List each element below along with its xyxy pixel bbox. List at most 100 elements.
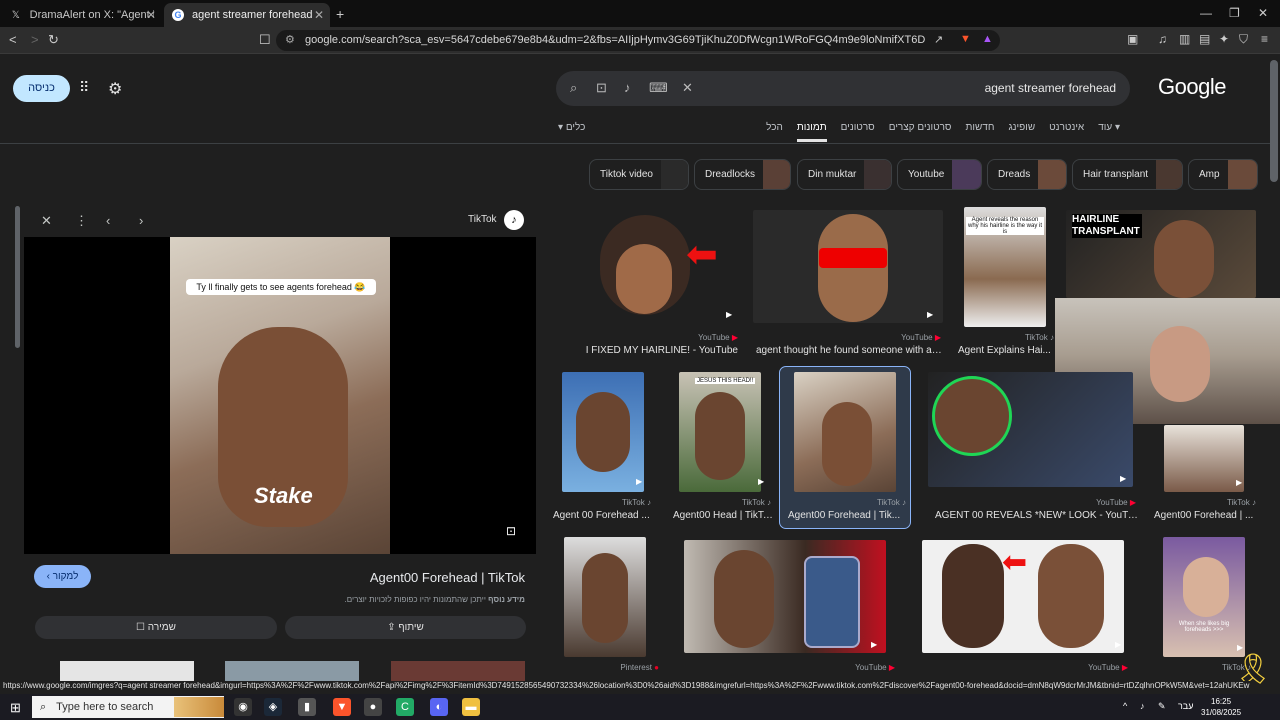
app-icon[interactable]: C <box>396 698 414 716</box>
forward-icon[interactable]: > <box>31 32 39 47</box>
microphone-icon[interactable]: ♪ <box>624 80 631 95</box>
google-logo[interactable]: Google <box>1158 74 1226 100</box>
result-item[interactable]: Pinterest ● <box>558 537 663 677</box>
back-icon[interactable]: < <box>9 32 17 47</box>
preview-title[interactable]: Agent00 Forehead | TikTok <box>370 570 525 585</box>
menu-icon[interactable]: ≡ <box>1261 32 1268 46</box>
close-panel-icon[interactable]: ✕ <box>41 213 52 229</box>
pen-icon[interactable]: ✎ <box>1158 701 1166 712</box>
chip-amp[interactable]: Amp <box>1188 159 1258 190</box>
media-icon[interactable]: ♫ <box>1158 32 1167 46</box>
result-source: TikTok ♪ <box>1227 498 1256 507</box>
chip-tiktok-video[interactable]: Tiktok video <box>589 159 689 190</box>
windows-start-icon[interactable]: ⊞ <box>10 700 21 716</box>
language-indicator[interactable]: עבר <box>1178 701 1193 711</box>
restore-icon[interactable]: ❐ <box>1229 6 1240 20</box>
app-icon[interactable]: ● <box>364 698 382 716</box>
apps-grid-icon[interactable]: ⠿ <box>79 80 93 94</box>
result-item-selected[interactable]: TikTok ♪ Agent00 Forehead | Tik... <box>779 366 911 529</box>
search-icon[interactable]: ⌕ <box>570 80 577 96</box>
share-button[interactable]: ⇪ שיתוף <box>285 616 526 639</box>
vpn-icon[interactable]: ⛉ <box>1239 32 1248 47</box>
volume-icon[interactable]: ♪ <box>1140 701 1145 711</box>
keyboard-icon[interactable]: ⌨ <box>649 80 668 96</box>
related-image-thumbnail[interactable] <box>60 661 194 681</box>
signin-button[interactable]: כניסה <box>13 75 70 102</box>
brave-icon[interactable]: ▼ <box>333 698 351 716</box>
browser-tab-google[interactable]: G agent streamer forehead - ‏חיפוש ב ✕ <box>164 3 330 27</box>
sidebar-icon[interactable]: ▥ <box>1179 32 1190 46</box>
more-options-icon[interactable]: ⋮ <box>75 213 88 229</box>
file-explorer-icon[interactable]: ▬ <box>462 698 480 716</box>
address-bar[interactable]: ⚙ google.com/search?sca_esv=5647cdebe679… <box>276 30 1000 51</box>
result-item[interactable]: ▶ YouTube ▶ AGENT 00 REVEALS *NEW* LOOK … <box>928 372 1140 527</box>
tab-more[interactable]: ▾ עוד <box>1098 122 1120 142</box>
preview-image[interactable]: Ty ll finally gets to see agents forehea… <box>170 237 390 554</box>
lens-icon[interactable]: ⊡ <box>596 80 607 96</box>
discord-icon[interactable]: ◐ <box>430 698 448 716</box>
result-item[interactable]: ▶ TikTok ♪ Agent 00 Forehead ... <box>550 372 655 527</box>
result-thumbnail <box>753 210 943 323</box>
clear-search-icon[interactable]: ✕ <box>682 80 693 96</box>
panel-source-name[interactable]: TikTok <box>468 214 497 225</box>
tools-button[interactable]: ▾ כלים <box>558 122 585 133</box>
close-window-icon[interactable]: ✕ <box>1258 6 1268 20</box>
tab-all[interactable]: הכל <box>766 122 783 142</box>
visual-search-icon[interactable]: ⊡ <box>506 524 516 538</box>
result-item[interactable]: ▶ YouTube ▶ <box>684 540 899 677</box>
next-image-icon[interactable]: › <box>139 213 143 228</box>
page-scrollbar[interactable] <box>1270 60 1278 182</box>
save-button[interactable]: ☐ שמירה <box>35 616 277 639</box>
visit-source-button[interactable]: ‹ למקור <box>34 565 91 588</box>
wallet-icon[interactable]: ▤ <box>1199 32 1210 46</box>
panel-scrollbar[interactable] <box>15 206 20 348</box>
result-item[interactable]: ▶ TikTok ♪ Agent00 Forehead | ... <box>1150 425 1260 527</box>
tab-short-videos[interactable]: סרטונים קצרים <box>889 122 952 142</box>
chip-hair-transplant[interactable]: Hair transplant <box>1072 159 1183 190</box>
tab-images[interactable]: תמונות <box>796 122 827 142</box>
search-nav-tabs: הכל תמונות סרטונים סרטונים קצרים חדשות ש… <box>766 122 1120 142</box>
result-source: TikTok ♪ <box>1025 333 1054 342</box>
browser-tab-dramaalert[interactable]: 𝕏 DramaAlert on X: "Agent had his han ✕ <box>2 3 162 27</box>
tab-news[interactable]: חדשות <box>966 122 995 142</box>
result-item[interactable]: ⬅ ▶ YouTube ▶ I FIXED MY HAIRLINE! - You… <box>550 210 742 360</box>
extension-icon[interactable]: ▣ <box>1127 32 1138 46</box>
result-item[interactable]: ⬅ ▶ YouTube ▶ <box>922 540 1132 677</box>
result-item[interactable]: Agent reveals the reason why his hairlin… <box>958 207 1058 360</box>
person-face <box>714 550 774 648</box>
new-tab-icon[interactable]: + <box>336 6 344 22</box>
related-image-thumbnail[interactable] <box>225 661 359 681</box>
chip-dreadlocks[interactable]: Dreadlocks <box>694 159 791 190</box>
close-tab-icon[interactable]: ✕ <box>146 8 156 22</box>
tray-chevron-icon[interactable]: ^ <box>1123 701 1127 711</box>
settings-gear-icon[interactable]: ⚙ <box>108 79 122 99</box>
site-info-icon[interactable]: ⚙ <box>285 33 295 46</box>
leo-ai-icon[interactable]: ✦ <box>1219 32 1229 46</box>
taskbar-search[interactable]: ⌕ Type here to search <box>32 696 224 718</box>
reload-icon[interactable]: ↻ <box>48 32 59 48</box>
chip-din-muktar[interactable]: Din muktar <box>797 159 892 190</box>
share-page-icon[interactable]: ↗ <box>934 33 943 46</box>
chip-dreads[interactable]: Dreads <box>987 159 1067 190</box>
brave-shield-icon[interactable]: ▼ <box>960 33 971 45</box>
steam-icon[interactable]: ◈ <box>264 698 282 716</box>
chip-youtube[interactable]: Youtube <box>897 159 982 190</box>
previous-image-icon[interactable]: ‹ <box>106 213 110 228</box>
tab-shopping[interactable]: שופינג <box>1008 122 1035 142</box>
close-tab-icon[interactable]: ✕ <box>314 8 324 22</box>
tab-web[interactable]: אינטרנט <box>1049 122 1084 142</box>
result-item[interactable]: HAIRLINE TRANSPLANT <box>1066 210 1256 300</box>
tab-videos[interactable]: סרטונים <box>841 122 875 142</box>
brave-rewards-icon[interactable]: ▲ <box>982 33 993 45</box>
app-icon[interactable]: ▮ <box>298 698 316 716</box>
obs-icon[interactable]: ◉ <box>234 698 252 716</box>
result-item[interactable]: JESUS THIS HEAD!! ▶ TikTok ♪ Agent00 Hea… <box>670 372 775 527</box>
bookmark-icon[interactable]: ☐ <box>259 32 271 48</box>
tiktok-logo-icon[interactable]: ♪ <box>504 210 524 230</box>
learn-more-link[interactable]: מידע נוסף <box>488 595 525 604</box>
taskbar-clock[interactable]: 16:25 31/08/2025 <box>1201 696 1241 718</box>
minimize-icon[interactable]: — <box>1200 6 1212 20</box>
related-image-thumbnail[interactable] <box>391 661 525 681</box>
result-item[interactable]: ▶ YouTube ▶ agent thought he found someo… <box>753 210 945 360</box>
search-box[interactable]: ⌕ ⊡ ♪ ⌨ ✕ agent streamer forehead <box>556 71 1130 106</box>
